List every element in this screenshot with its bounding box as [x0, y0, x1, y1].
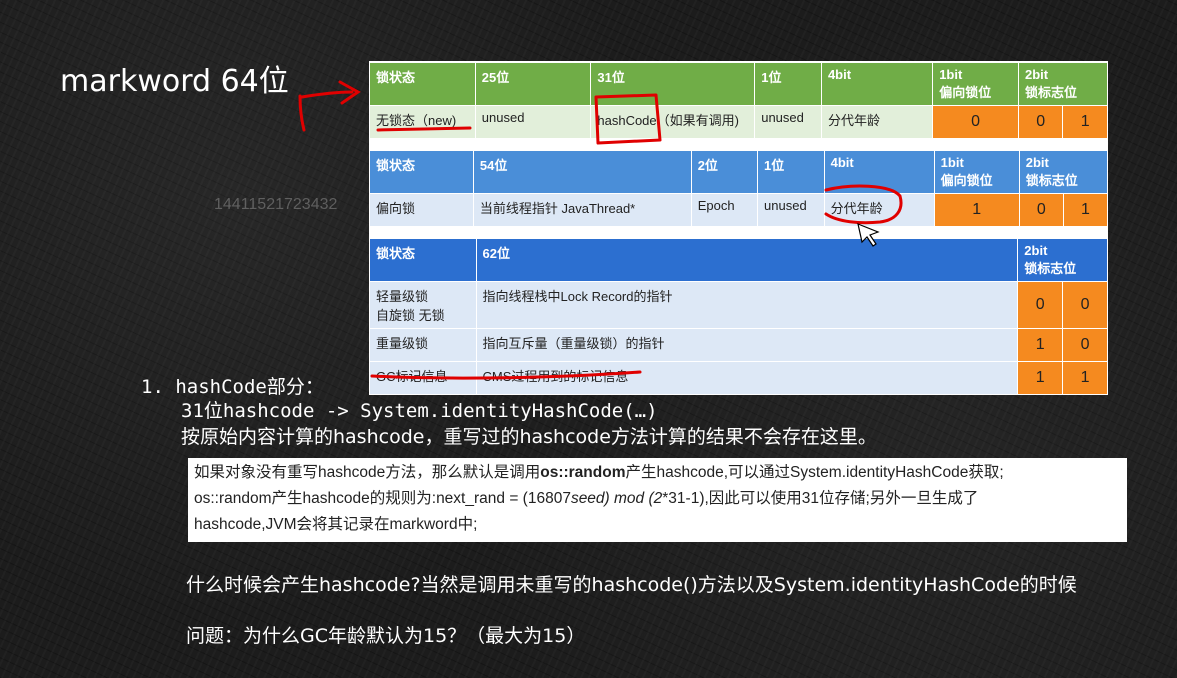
- note-text: os::random产生hashcode的规则为:next_rand = (16…: [194, 490, 571, 507]
- cursor-icon: [857, 223, 880, 247]
- header-cell: 25位: [474, 62, 592, 106]
- table-cell: GC标记信息: [369, 361, 477, 395]
- table-cell: 指向线程栈中Lock Record的指针: [475, 281, 1019, 329]
- watermark: 14411521723432: [214, 196, 338, 213]
- bit-cell: 1: [1017, 361, 1064, 395]
- table-cell: 分代年龄: [820, 105, 934, 139]
- table-cell: unused: [754, 105, 822, 139]
- table-cell: hashCode（如果有调用): [590, 105, 756, 139]
- bit-cell: 0: [1018, 193, 1064, 227]
- header-cell: 4bit: [820, 62, 934, 106]
- question-when-hashcode: 什么时候会产生hashcode?当然是调用未重写的hashcode()方法以及S…: [186, 574, 1077, 596]
- header-cell: 62位: [475, 238, 1019, 282]
- header-cell: 锁状态: [369, 62, 476, 106]
- header-cell: 54位: [472, 150, 692, 194]
- point1-desc: 按原始内容计算的hashcode，重写过的hashcode方法计算的结果不会存在…: [181, 426, 877, 448]
- bit-cell: 0: [1062, 328, 1108, 362]
- note-bold: os::random: [540, 464, 626, 481]
- table-cell: 无锁态（new): [369, 105, 476, 139]
- table-cell: 重量级锁: [369, 328, 477, 362]
- header-cell: 2位: [690, 150, 759, 194]
- header-cell: 2bit 锁标志位: [1017, 238, 1108, 282]
- table-cell: 轻量级锁 自旋锁 无锁: [369, 281, 477, 329]
- bit-cell: 0: [1062, 281, 1108, 329]
- page-title: markword 64位: [60, 64, 289, 99]
- header-cell: 锁状态: [369, 238, 477, 282]
- note-text: 产生hashcode,可以通过System.identityHashCode获取…: [625, 464, 1004, 481]
- table-locks: 锁状态 62位 2bit 锁标志位 轻量级锁 自旋锁 无锁 指向线程栈中Lock…: [369, 238, 1108, 395]
- bit-cell: 0: [932, 105, 1020, 139]
- arrow-annotation: [298, 80, 361, 132]
- table-cell: unused: [474, 105, 592, 139]
- header-cell: 1bit 偏向锁位: [932, 62, 1020, 106]
- header-cell: 2bit 锁标志位: [1018, 150, 1109, 194]
- table-cell: CMS过程用到的标记信息: [475, 361, 1019, 395]
- bit-cell: 1: [933, 193, 1020, 227]
- note-italic: seed) mod (2: [570, 490, 663, 507]
- header-cell: 1位: [757, 150, 825, 194]
- bit-cell: 0: [1018, 105, 1064, 139]
- header-cell: 锁状态: [369, 150, 474, 194]
- bit-cell: 0: [1017, 281, 1064, 329]
- header-cell: 4bit: [823, 150, 935, 194]
- note-box: 如果对象没有重写hashcode方法，那么默认是调用os::random产生ha…: [188, 458, 1127, 542]
- table-cell: 当前线程指针 JavaThread*: [472, 193, 692, 227]
- markword-table: 锁状态 25位 31位 1位 4bit 1bit 偏向锁位 2bit 锁标志位 …: [369, 61, 1109, 395]
- header-cell: 31位: [590, 62, 756, 106]
- question-gc-age: 问题：为什么GC年龄默认为15？（最大为15）: [186, 625, 586, 647]
- note-text: hashcode,JVM会将其记录在markword中;: [194, 516, 478, 533]
- bit-cell: 1: [1062, 105, 1108, 139]
- table-unlocked: 锁状态 25位 31位 1位 4bit 1bit 偏向锁位 2bit 锁标志位 …: [369, 62, 1108, 139]
- table-biased: 锁状态 54位 2位 1位 4bit 1bit 偏向锁位 2bit 锁标志位 偏…: [369, 150, 1109, 227]
- table-cell: unused: [757, 193, 825, 227]
- table-cell: 偏向锁: [369, 193, 474, 227]
- table-cell: Epoch: [690, 193, 759, 227]
- note-text: *31-1),因此可以使用31位存储;另外一旦生成了: [662, 490, 979, 507]
- bit-cell: 1: [1062, 361, 1108, 395]
- note-text: 如果对象没有重写hashcode方法，那么默认是调用: [194, 464, 541, 481]
- header-cell: 1bit 偏向锁位: [933, 150, 1020, 194]
- table-cell: 指向互斥量（重量级锁）的指针: [475, 328, 1019, 362]
- bit-cell: 1: [1017, 328, 1064, 362]
- point1-heading: 1. hashCode部分：: [141, 376, 324, 398]
- header-cell: 2bit 锁标志位: [1018, 62, 1108, 106]
- point1-code: 31位hashcode -> System.identityHashCode(……: [181, 400, 658, 422]
- header-cell: 1位: [754, 62, 822, 106]
- bit-cell: 1: [1062, 193, 1109, 227]
